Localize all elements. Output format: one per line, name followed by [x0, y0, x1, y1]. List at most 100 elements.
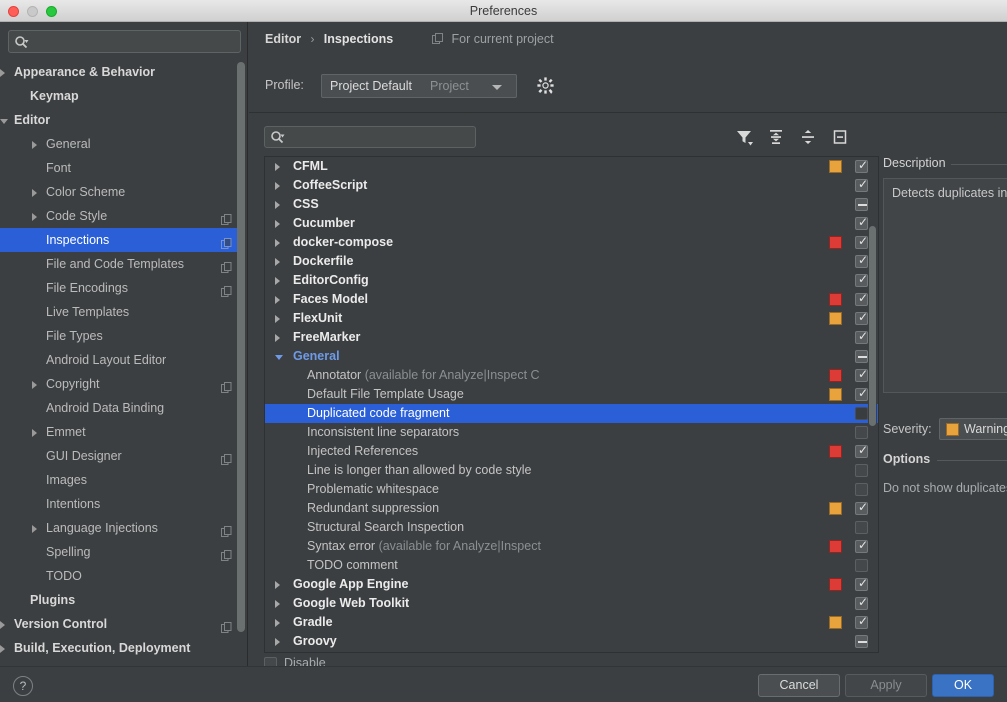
tree-row[interactable]: Inconsistent line separators — [265, 423, 878, 442]
tree-row-checkbox[interactable]: ✓ — [855, 539, 868, 553]
sidebar-item-emmet[interactable]: Emmet — [0, 420, 240, 444]
chevron-right-icon[interactable] — [275, 315, 280, 323]
chevron-right-icon[interactable] — [275, 201, 280, 209]
chevron-right-icon[interactable] — [275, 296, 280, 304]
tree-row[interactable]: Google Web Toolkit ✓ — [265, 594, 878, 613]
help-button[interactable]: ? — [13, 676, 33, 696]
cancel-button[interactable]: Cancel — [758, 674, 840, 697]
tree-row[interactable]: TODO comment — [265, 556, 878, 575]
chevron-right-icon[interactable] — [275, 182, 280, 190]
chevron-down-icon[interactable] — [275, 355, 283, 360]
expand-all-icon[interactable] — [765, 126, 787, 148]
tree-row-checkbox[interactable]: ✓ — [855, 292, 868, 306]
chevron-right-icon[interactable] — [275, 239, 280, 247]
tree-row[interactable]: Groovy — [265, 632, 878, 651]
tree-row[interactable]: Google App Engine ✓ — [265, 575, 878, 594]
sidebar-item-file-and-code-templates[interactable]: File and Code Templates — [0, 252, 240, 276]
tree-row-checkbox[interactable] — [855, 407, 868, 420]
sidebar-item-code-style[interactable]: Code Style — [0, 204, 240, 228]
description-textarea[interactable]: Detects duplicates in source code — [883, 178, 1007, 393]
tree-row-checkbox[interactable] — [855, 635, 868, 648]
chevron-down-icon[interactable] — [0, 119, 8, 124]
tree-row[interactable]: Problematic whitespace — [265, 480, 878, 499]
tree-row[interactable]: Injected References ✓ — [265, 442, 878, 461]
tree-row-checkbox[interactable]: ✓ — [855, 615, 868, 629]
sidebar-item-spelling[interactable]: Spelling — [0, 540, 240, 564]
tree-row[interactable]: EditorConfig ✓ — [265, 271, 878, 290]
tree-row[interactable]: General — [265, 347, 878, 366]
sidebar-item-intentions[interactable]: Intentions — [0, 492, 240, 516]
chevron-right-icon[interactable] — [275, 258, 280, 266]
sidebar-item-version-control[interactable]: Version Control — [0, 612, 240, 636]
tree-row-checkbox[interactable]: ✓ — [855, 273, 868, 287]
tree-row[interactable]: Gradle ✓ — [265, 613, 878, 632]
inspections-tree[interactable]: CFML ✓ CoffeeScript ✓ CSS Cucumber ✓ docker-com… — [264, 156, 879, 653]
chevron-right-icon[interactable] — [275, 638, 280, 646]
breadcrumb-editor[interactable]: Editor — [265, 32, 301, 46]
chevron-right-icon[interactable] — [275, 619, 280, 627]
tree-row[interactable]: docker-compose ✓ — [265, 233, 878, 252]
tree-row-checkbox[interactable]: ✓ — [855, 254, 868, 268]
severity-color-swatch[interactable] — [829, 445, 842, 458]
tree-row[interactable]: Default File Template Usage ✓ — [265, 385, 878, 404]
tree-row[interactable]: Duplicated code fragment — [265, 404, 878, 423]
sidebar-search-box[interactable] — [8, 30, 241, 53]
gear-icon[interactable] — [536, 76, 556, 96]
tree-row-checkbox[interactable] — [855, 350, 868, 363]
tree-scrollbar[interactable] — [868, 158, 877, 652]
sidebar-scrollbar[interactable] — [237, 60, 245, 666]
tree-row-checkbox[interactable]: ✓ — [855, 178, 868, 192]
collapse-all-icon[interactable] — [797, 126, 819, 148]
tree-row-checkbox[interactable] — [855, 464, 868, 477]
chevron-right-icon[interactable] — [32, 141, 37, 149]
sidebar-item-plugins[interactable]: Plugins — [0, 588, 240, 612]
tree-row[interactable]: Line is longer than allowed by code styl… — [265, 461, 878, 480]
tree-row-checkbox[interactable]: ✓ — [855, 235, 868, 249]
tree-row-checkbox[interactable] — [855, 198, 868, 211]
chevron-right-icon[interactable] — [275, 581, 280, 589]
chevron-right-icon[interactable] — [0, 645, 5, 653]
tree-row-checkbox[interactable]: ✓ — [855, 311, 868, 325]
tree-row-checkbox[interactable] — [855, 521, 868, 534]
severity-color-swatch[interactable] — [829, 312, 842, 325]
sidebar-scrollbar-thumb[interactable] — [237, 62, 245, 632]
sidebar-item-appearance-behavior[interactable]: Appearance & Behavior — [0, 60, 240, 84]
severity-color-swatch[interactable] — [829, 388, 842, 401]
tree-row-checkbox[interactable]: ✓ — [855, 216, 868, 230]
sidebar-item-file-types[interactable]: File Types — [0, 324, 240, 348]
sidebar-item-android-layout-editor[interactable]: Android Layout Editor — [0, 348, 240, 372]
severity-color-swatch[interactable] — [829, 236, 842, 249]
severity-color-swatch[interactable] — [829, 293, 842, 306]
tree-row-checkbox[interactable] — [855, 483, 868, 496]
severity-color-swatch[interactable] — [829, 540, 842, 553]
tree-row[interactable]: Structural Search Inspection — [265, 518, 878, 537]
tree-row[interactable]: Redundant suppression ✓ — [265, 499, 878, 518]
sidebar-item-font[interactable]: Font — [0, 156, 240, 180]
filter-icon[interactable] — [733, 126, 755, 148]
sidebar-item-inspections[interactable]: Inspections — [0, 228, 240, 252]
tree-row[interactable]: Syntax error (available for Analyze|Insp… — [265, 537, 878, 556]
chevron-right-icon[interactable] — [275, 600, 280, 608]
severity-color-swatch[interactable] — [829, 160, 842, 173]
tree-row-checkbox[interactable]: ✓ — [855, 501, 868, 515]
tree-row[interactable]: Faces Model ✓ — [265, 290, 878, 309]
tree-row[interactable]: Annotator (available for Analyze|Inspect… — [265, 366, 878, 385]
tree-row-checkbox[interactable]: ✓ — [855, 159, 868, 173]
chevron-right-icon[interactable] — [275, 163, 280, 171]
sidebar-item-language-injections[interactable]: Language Injections — [0, 516, 240, 540]
chevron-right-icon[interactable] — [32, 429, 37, 437]
severity-color-swatch[interactable] — [829, 578, 842, 591]
chevron-right-icon[interactable] — [0, 69, 5, 77]
severity-color-swatch[interactable] — [829, 502, 842, 515]
sidebar-item-build-execution-deployment[interactable]: Build, Execution, Deployment — [0, 636, 240, 660]
sidebar-item-color-scheme[interactable]: Color Scheme — [0, 180, 240, 204]
tree-row[interactable]: Cucumber ✓ — [265, 214, 878, 233]
inspection-search-input[interactable] — [264, 126, 476, 148]
sidebar-item-live-templates[interactable]: Live Templates — [0, 300, 240, 324]
tree-row[interactable]: FreeMarker ✓ — [265, 328, 878, 347]
tree-scrollbar-thumb[interactable] — [869, 226, 876, 426]
apply-button[interactable]: Apply — [845, 674, 927, 697]
chevron-right-icon[interactable] — [275, 334, 280, 342]
profile-select[interactable]: Project Default Project — [321, 74, 517, 98]
chevron-right-icon[interactable] — [32, 189, 37, 197]
